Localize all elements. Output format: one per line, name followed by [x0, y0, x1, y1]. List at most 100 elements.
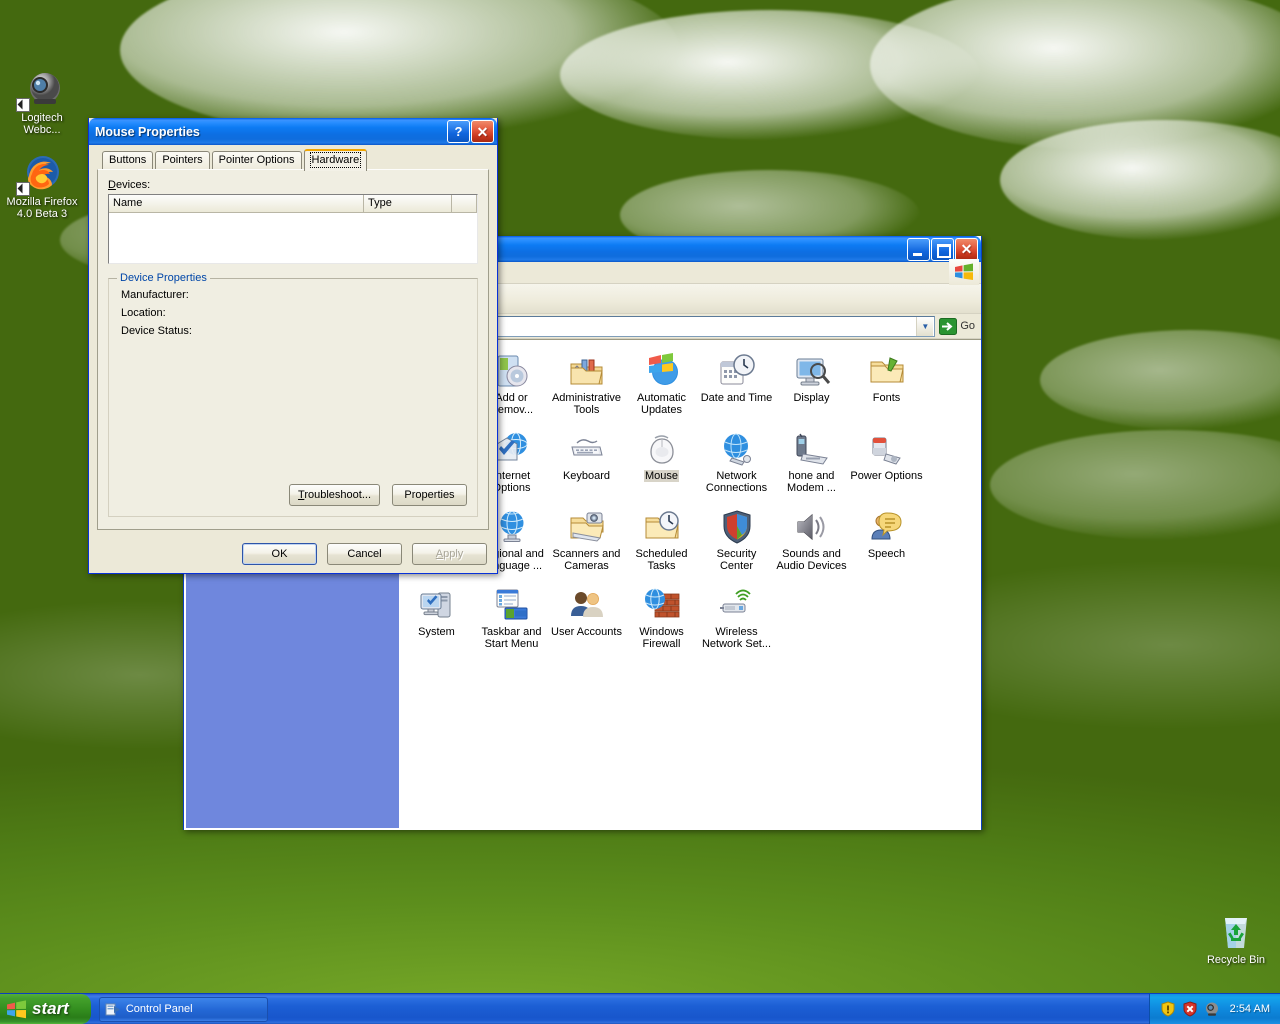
device-properties-title: Device Properties [117, 272, 210, 284]
control-panel-item-windows-firewall[interactable]: Windows Firewall [624, 582, 699, 650]
start-button[interactable]: start [0, 994, 91, 1024]
devices-label: Devices: [108, 179, 151, 191]
ok-button[interactable]: OK [242, 543, 317, 565]
troubleshoot-button[interactable]: Troubleshoot... [289, 484, 380, 506]
control-panel-item-label: Scheduled Tasks [635, 548, 688, 572]
control-panel-item-label: hone and Modem ... [787, 470, 836, 494]
mouse-dialog-titlebar[interactable]: Mouse Properties ? ✕ [89, 118, 497, 145]
desktop-icon-recycle-bin[interactable]: Recycle Bin [1198, 910, 1274, 966]
control-panel-item-user-accounts[interactable]: User Accounts [549, 582, 624, 650]
webcam-icon[interactable] [1204, 1001, 1220, 1017]
mouse-dialog-body: Buttons Pointers Pointer Options Hardwar… [89, 145, 497, 565]
desktop-icon-label: Mozilla Firefox 4.0 Beta 3 [6, 196, 78, 220]
security-alert-icon[interactable] [1160, 1001, 1176, 1017]
network-connections-icon [699, 426, 774, 468]
mouse-dialog-tabs[interactable]: Buttons Pointers Pointer Options Hardwar… [97, 149, 489, 171]
devices-listview-rows[interactable] [109, 213, 477, 263]
control-panel-item-label: Scanners and Cameras [552, 548, 621, 572]
automatic-updates-icon [624, 348, 699, 390]
control-panel-item-network-connections[interactable]: Network Connections [699, 426, 774, 494]
control-panel-item-scanners-and-cameras[interactable]: Scanners and Cameras [549, 504, 624, 572]
control-panel-item-system[interactable]: System [399, 582, 474, 650]
hardware-tab-page: Devices: Name Type Device Properties Man… [97, 169, 489, 530]
system-tray[interactable]: 2:54 AM [1148, 994, 1280, 1024]
system-icon [399, 582, 474, 624]
desktop-icon-mozilla-firefox[interactable]: Mozilla Firefox 4.0 Beta 3 [4, 152, 80, 220]
desktop-icon-logitech-webcam[interactable]: Logitech Webc... [4, 68, 80, 136]
control-panel-item-scheduled-tasks[interactable]: Scheduled Tasks [624, 504, 699, 572]
control-panel-item-label: Taskbar and Start Menu [481, 626, 542, 650]
control-panel-item-power-options[interactable]: Power Options [849, 426, 924, 494]
administrative-tools-icon [549, 348, 624, 390]
location-row: Location: [121, 307, 465, 319]
taskbar-item-control-panel[interactable]: Control Panel [98, 996, 268, 1022]
desktop[interactable]: Logitech Webc... Mozilla Firefox 4.0 Bet… [0, 0, 1280, 1024]
scheduled-tasks-icon [624, 504, 699, 546]
control-panel-item-date-and-time[interactable]: Date and Time [699, 348, 774, 416]
control-panel-icon [105, 1002, 121, 1017]
tab-pointer-options[interactable]: Pointer Options [211, 151, 302, 169]
control-panel-item-speech[interactable]: Speech [849, 504, 924, 572]
column-header-spacer [452, 195, 477, 212]
dialog-buttons: OK Cancel Apply [242, 543, 487, 565]
windows-flag-icon [6, 999, 27, 1019]
ok-label: OK [271, 548, 288, 560]
mouse-icon [624, 426, 699, 468]
control-panel-item-display[interactable]: Display [774, 348, 849, 416]
go-button[interactable]: Go [935, 317, 981, 335]
control-panel-item-sounds-and-audio-devices[interactable]: Sounds and Audio Devices [774, 504, 849, 572]
manufacturer-row: Manufacturer: [121, 289, 465, 301]
taskbar[interactable]: start Control Panel 2:54 AM [0, 993, 1280, 1024]
cancel-button[interactable]: Cancel [327, 543, 402, 565]
control-panel-item-label: Network Connections [705, 470, 768, 494]
devices-listview[interactable]: Name Type [108, 194, 478, 264]
control-panel-item-fonts[interactable]: Fonts [849, 348, 924, 416]
start-label: start [32, 999, 69, 1018]
windows-flag-icon [949, 259, 979, 285]
apply-button: Apply [412, 543, 487, 565]
apply-label: Apply [435, 548, 464, 560]
mouse-properties-dialog[interactable]: Mouse Properties ? ✕ Buttons Pointers Po… [88, 118, 498, 574]
help-icon[interactable]: ? [447, 120, 470, 143]
control-panel-item-label: Wireless Network Set... [701, 626, 772, 650]
antivirus-alert-icon[interactable] [1182, 1001, 1198, 1017]
taskbar-items[interactable]: Control Panel [98, 996, 268, 1022]
tab-pointers[interactable]: Pointers [155, 151, 210, 169]
properties-label: Properties [404, 489, 455, 501]
go-label: Go [960, 320, 975, 332]
tab-label: Buttons [109, 154, 147, 166]
tab-hardware[interactable]: Hardware [303, 149, 368, 171]
column-header-name[interactable]: Name [109, 195, 364, 212]
control-panel-item-security-center[interactable]: Security Center [699, 504, 774, 572]
close-icon[interactable]: ✕ [955, 237, 978, 261]
control-panel-item-taskbar-and-start-menu[interactable]: Taskbar and Start Menu [474, 582, 549, 650]
clock[interactable]: 2:54 AM [1230, 1003, 1270, 1015]
maximize-icon[interactable] [931, 237, 954, 261]
tab-label: Hardware [309, 152, 362, 168]
green-arrow-icon [939, 317, 958, 335]
taskbar-startmenu-icon [474, 582, 549, 624]
control-panel-item-hone-and-modem[interactable]: hone and Modem ... [774, 426, 849, 494]
minimize-icon[interactable] [907, 237, 930, 261]
shortcut-overlay-icon [16, 98, 30, 112]
control-panel-item-wireless-network-set[interactable]: Wireless Network Set... [699, 582, 774, 650]
tab-buttons[interactable]: Buttons [102, 151, 154, 169]
close-icon[interactable]: ✕ [471, 120, 494, 143]
control-panel-item-administrative-tools[interactable]: Administrative Tools [549, 348, 624, 416]
keyboard-icon [549, 426, 624, 468]
device-properties-buttons: Troubleshoot... Properties [289, 484, 467, 506]
taskbar-item-label: Control Panel [125, 1003, 193, 1015]
location-label: Location: [121, 307, 166, 319]
properties-button[interactable]: Properties [392, 484, 467, 506]
security-center-icon [699, 504, 774, 546]
control-panel-item-label: Speech [867, 548, 906, 560]
fonts-icon [849, 348, 924, 390]
manufacturer-label: Manufacturer: [121, 289, 189, 301]
control-panel-item-automatic-updates[interactable]: Automatic Updates [624, 348, 699, 416]
control-panel-item-keyboard[interactable]: Keyboard [549, 426, 624, 494]
column-header-type[interactable]: Type [364, 195, 452, 212]
control-panel-item-label: Power Options [850, 470, 923, 482]
control-panel-item-mouse[interactable]: Mouse [624, 426, 699, 494]
device-status-row: Device Status: [121, 325, 465, 337]
address-dropdown-icon[interactable]: ▼ [916, 316, 934, 336]
